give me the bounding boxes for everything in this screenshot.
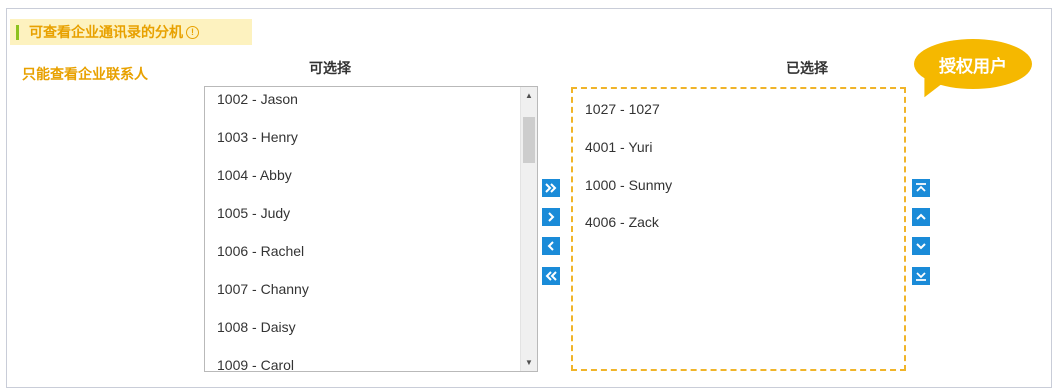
vertical-scrollbar[interactable]: ▲ ▼ <box>520 87 537 371</box>
scroll-up-icon[interactable]: ▲ <box>521 87 537 104</box>
list-item[interactable]: 4006 - Zack <box>585 214 659 230</box>
info-icon[interactable]: ! <box>186 25 199 39</box>
section-title-text: 可查看企业通讯录的分机 <box>29 25 183 41</box>
move-up-button[interactable] <box>912 208 930 226</box>
add-button[interactable] <box>542 208 560 226</box>
move-up-icon <box>916 213 926 220</box>
list-item[interactable]: 1007 - Channy <box>217 281 309 297</box>
title-accent-bar <box>16 24 19 40</box>
selected-header: 已选择 <box>786 61 828 77</box>
list-item[interactable]: 1002 - Jason <box>217 91 298 107</box>
move-top-button[interactable] <box>912 179 930 197</box>
list-item[interactable]: 1006 - Rachel <box>217 243 304 259</box>
remove-icon <box>547 241 554 251</box>
authorized-users-callout: 授权用户 <box>914 39 1032 103</box>
move-down-button[interactable] <box>912 237 930 255</box>
option-label: 只能查看企业联系人 <box>22 67 148 83</box>
scroll-down-icon[interactable]: ▼ <box>521 354 537 371</box>
list-item[interactable]: 4001 - Yuri <box>585 139 652 155</box>
add-icon <box>548 212 555 222</box>
move-bottom-icon <box>916 272 926 281</box>
list-item[interactable]: 1003 - Henry <box>217 129 298 145</box>
list-item[interactable]: 1005 - Judy <box>217 205 290 221</box>
move-bottom-button[interactable] <box>912 267 930 285</box>
move-top-icon <box>916 183 926 192</box>
remove-all-button[interactable] <box>542 267 560 285</box>
section-title: 可查看企业通讯录的分机 ! <box>10 19 252 45</box>
callout-text: 授权用户 <box>939 56 1007 77</box>
list-item[interactable]: 1009 - Carol <box>217 357 294 371</box>
remove-all-icon <box>545 271 557 281</box>
list-item[interactable]: 1004 - Abby <box>217 167 292 183</box>
list-item[interactable]: 1000 - Sunmy <box>585 177 672 193</box>
list-item[interactable]: 1008 - Daisy <box>217 319 296 335</box>
add-all-button[interactable] <box>542 179 560 197</box>
remove-button[interactable] <box>542 237 560 255</box>
list-item[interactable]: 1027 - 1027 <box>585 101 660 117</box>
available-list[interactable]: 1002 - Jason 1003 - Henry 1004 - Abby 10… <box>204 86 538 372</box>
callout-bubble: 授权用户 <box>914 39 1032 89</box>
available-header: 可选择 <box>309 61 351 77</box>
move-down-icon <box>916 243 926 250</box>
scroll-thumb[interactable] <box>523 117 535 163</box>
add-all-icon <box>545 183 557 193</box>
selected-list[interactable]: 1027 - 1027 4001 - Yuri 1000 - Sunmy 400… <box>571 87 906 371</box>
